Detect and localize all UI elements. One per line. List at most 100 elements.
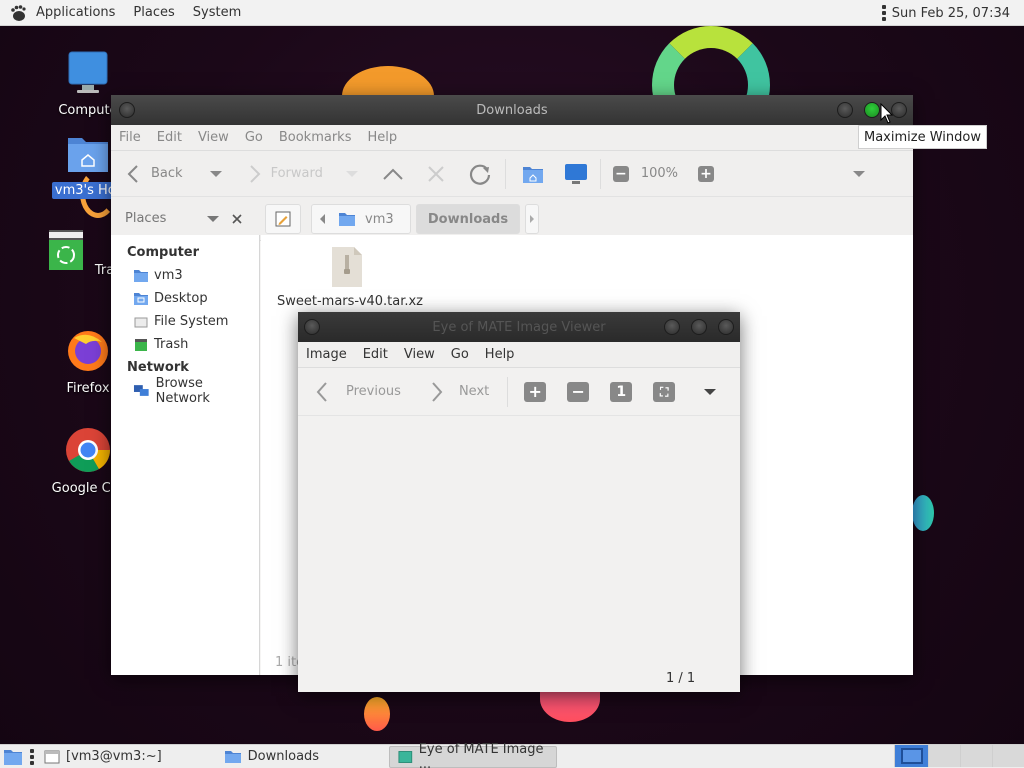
panel-handle-icon bbox=[30, 748, 34, 765]
sidebar-item-label: Desktop bbox=[154, 291, 208, 306]
sidebar-item-file-system[interactable]: File System bbox=[111, 310, 259, 333]
menu-help[interactable]: Help bbox=[359, 130, 405, 145]
stop-icon[interactable] bbox=[425, 163, 447, 185]
menu-go[interactable]: Go bbox=[237, 130, 271, 145]
breadcrumb-next[interactable] bbox=[525, 204, 539, 234]
places-menu[interactable]: Places bbox=[124, 5, 183, 20]
image-viewer-menubar: Image Edit View Go Help bbox=[298, 342, 740, 368]
image-display-area[interactable] bbox=[298, 416, 740, 662]
breadcrumb-current[interactable]: Downloads bbox=[416, 204, 520, 234]
breadcrumb-home[interactable]: vm3 bbox=[365, 212, 394, 227]
previous-button[interactable]: Previous bbox=[314, 377, 401, 407]
menu-edit[interactable]: Edit bbox=[149, 130, 190, 145]
sidebar-item-desktop[interactable]: Desktop bbox=[111, 287, 259, 310]
forward-button[interactable]: Forward bbox=[245, 159, 359, 189]
trash-icon bbox=[48, 230, 83, 270]
next-arrow-icon bbox=[432, 381, 443, 402]
sidebar-item-trash[interactable]: Trash bbox=[111, 333, 259, 356]
workspace-2[interactable] bbox=[928, 745, 960, 767]
computer-icon[interactable] bbox=[564, 163, 588, 185]
workspace-1[interactable] bbox=[894, 745, 928, 767]
sidebar-item-label: File System bbox=[154, 314, 229, 329]
menu-file[interactable]: File bbox=[111, 130, 149, 145]
chevron-down-icon[interactable] bbox=[852, 169, 866, 179]
firefox-icon bbox=[68, 331, 108, 371]
forward-arrow-icon bbox=[249, 164, 260, 183]
chevron-down-icon[interactable] bbox=[209, 169, 223, 179]
sidebar-item-label: Trash bbox=[154, 337, 189, 352]
window-title: Downloads bbox=[476, 102, 548, 118]
toolbar-separator bbox=[504, 158, 506, 189]
menu-help[interactable]: Help bbox=[477, 347, 523, 362]
sidebar-header-computer: Computer bbox=[127, 245, 200, 260]
up-arrow-icon[interactable] bbox=[381, 164, 405, 184]
task-terminal[interactable]: [vm3@vm3:~] bbox=[36, 746, 170, 768]
reload-icon[interactable] bbox=[467, 161, 493, 187]
breadcrumb: vm3 bbox=[311, 204, 411, 234]
zoom-out-icon[interactable]: − bbox=[612, 165, 629, 182]
task-label: Downloads bbox=[247, 749, 320, 764]
previous-label: Previous bbox=[346, 384, 401, 399]
computer-icon bbox=[68, 51, 108, 93]
chrome-icon bbox=[66, 428, 110, 472]
minimize-button[interactable] bbox=[664, 319, 680, 335]
forward-label: Forward bbox=[270, 166, 323, 181]
home-folder-icon[interactable] bbox=[522, 164, 544, 184]
clock[interactable]: Sun Feb 25, 07:34 bbox=[892, 6, 1010, 21]
minimize-button[interactable] bbox=[837, 102, 853, 118]
panel-handle-icon bbox=[881, 5, 886, 21]
chevron-down-icon[interactable] bbox=[345, 169, 359, 179]
menu-view[interactable]: View bbox=[190, 130, 237, 145]
drive-icon bbox=[134, 317, 148, 327]
window-menu-button[interactable] bbox=[304, 319, 320, 335]
chevron-left-icon[interactable] bbox=[318, 213, 328, 225]
clock-area: Sun Feb 25, 07:34 bbox=[881, 0, 1010, 26]
maximize-tooltip: Maximize Window bbox=[858, 125, 987, 149]
task-downloads[interactable]: Downloads bbox=[216, 746, 327, 768]
fit-to-window-icon[interactable]: ⛶ bbox=[653, 381, 676, 402]
zoom-out-icon[interactable]: − bbox=[567, 381, 590, 402]
window-menu-button[interactable] bbox=[119, 102, 135, 118]
menu-bookmarks[interactable]: Bookmarks bbox=[271, 130, 360, 145]
home-folder-icon bbox=[68, 138, 108, 172]
menu-edit[interactable]: Edit bbox=[355, 347, 396, 362]
sidebar-item-label: Browse Network bbox=[155, 375, 210, 406]
applications-menu[interactable]: Applications bbox=[27, 5, 124, 20]
mate-foot-icon[interactable] bbox=[9, 4, 27, 22]
archive-icon bbox=[332, 247, 362, 287]
original-size-icon[interactable]: 1 bbox=[610, 381, 633, 402]
close-button[interactable] bbox=[718, 319, 734, 335]
chevron-down-icon bbox=[207, 215, 220, 222]
back-arrow-icon bbox=[127, 164, 138, 183]
image-viewer-titlebar[interactable]: Eye of MATE Image Viewer bbox=[298, 312, 740, 342]
file-item[interactable]: Sweet-mars-v40.tar.xz bbox=[277, 245, 423, 309]
chevron-down-icon[interactable] bbox=[703, 387, 717, 397]
file-manager-titlebar[interactable]: Downloads bbox=[111, 95, 913, 125]
back-button[interactable]: Back bbox=[125, 159, 223, 189]
workspace-3[interactable] bbox=[960, 745, 992, 767]
menu-go[interactable]: Go bbox=[443, 347, 477, 362]
menu-image[interactable]: Image bbox=[298, 347, 355, 362]
sidebar-item-browse-network[interactable]: Browse Network bbox=[111, 376, 259, 406]
zoom-in-icon[interactable]: + bbox=[698, 165, 715, 182]
desktop-icon-label: Firefox bbox=[66, 381, 110, 396]
workspace-4[interactable] bbox=[992, 745, 1024, 767]
close-sidebar-icon[interactable] bbox=[231, 213, 243, 225]
maximize-button[interactable] bbox=[864, 102, 880, 118]
maximize-button[interactable] bbox=[691, 319, 707, 335]
edit-location-button[interactable] bbox=[265, 204, 301, 234]
toolbar-separator bbox=[507, 376, 509, 407]
zoom-in-icon[interactable]: + bbox=[524, 381, 547, 402]
top-panel: Applications Places System Sun Feb 25, 0… bbox=[0, 0, 1024, 26]
desktop-folder-icon bbox=[134, 292, 148, 305]
next-button[interactable]: Next bbox=[427, 377, 489, 407]
menu-view[interactable]: View bbox=[396, 347, 443, 362]
chevron-right-icon bbox=[530, 215, 534, 223]
show-desktop-icon[interactable] bbox=[3, 748, 23, 766]
terminal-icon bbox=[44, 750, 60, 763]
sidebar-item-vm3[interactable]: vm3 bbox=[111, 264, 259, 287]
next-label: Next bbox=[458, 384, 490, 399]
task-image-viewer[interactable]: Eye of MATE Image ... bbox=[389, 742, 558, 768]
system-menu[interactable]: System bbox=[184, 5, 250, 20]
places-sidebar: Computer vm3 Desktop File System Trash N… bbox=[111, 235, 260, 675]
